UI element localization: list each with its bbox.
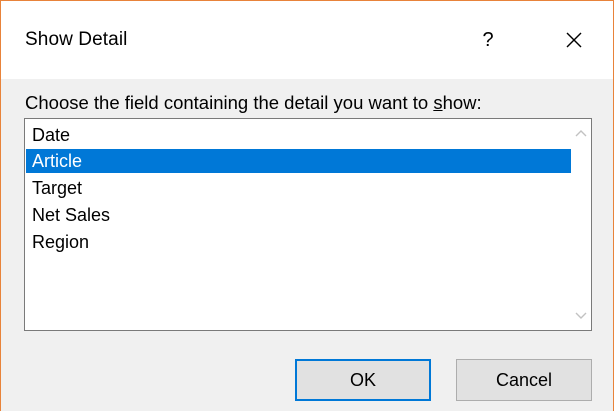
show-detail-dialog: Show Detail ? Choose the field containin… (0, 0, 614, 411)
list-item-target[interactable]: Target (30, 176, 82, 200)
prompt-text-before: Choose the field containing the detail y… (25, 92, 434, 113)
prompt-accelerator: s (433, 92, 443, 113)
cancel-button[interactable]: Cancel (456, 359, 592, 401)
help-button[interactable]: ? (463, 19, 513, 61)
list-item-net-sales[interactable]: Net Sales (30, 203, 110, 227)
close-button[interactable] (549, 19, 599, 61)
list-item-region[interactable]: Region (30, 230, 89, 254)
list-item-date[interactable]: Date (30, 123, 70, 147)
dialog-title: Show Detail (25, 29, 128, 50)
title-bar: Show Detail ? (1, 1, 613, 79)
chevron-down-icon (575, 312, 587, 319)
field-listbox[interactable]: Date Article Target Net Sales Region (24, 118, 592, 331)
ok-button[interactable]: OK (295, 359, 431, 401)
scroll-down-arrow[interactable] (571, 306, 591, 326)
list-item-article[interactable]: Article (26, 149, 571, 173)
prompt-label: Choose the field containing the detail y… (25, 92, 482, 114)
close-icon (566, 32, 582, 48)
chevron-up-icon (575, 130, 587, 137)
scroll-up-arrow[interactable] (571, 123, 591, 143)
vertical-scrollbar[interactable] (571, 119, 591, 330)
prompt-text-after: how: (442, 92, 482, 113)
help-icon: ? (482, 28, 494, 51)
